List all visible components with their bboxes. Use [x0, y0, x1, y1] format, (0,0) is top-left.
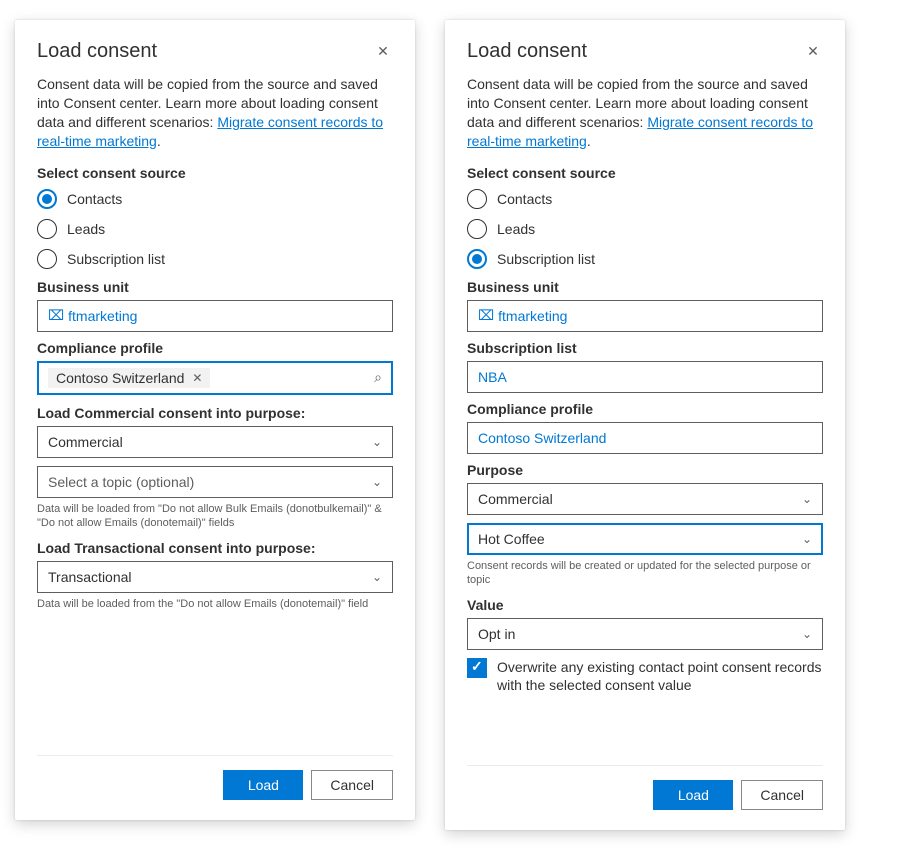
- radio-label: Subscription list: [67, 251, 165, 267]
- compliance-profile-label: Compliance profile: [467, 401, 823, 417]
- compliance-profile-label: Compliance profile: [37, 340, 393, 356]
- purpose-hint: Consent records will be created or updat…: [467, 559, 823, 588]
- business-unit-input[interactable]: ⌧ftmarketing: [467, 300, 823, 332]
- compliance-profile-lookup[interactable]: Contoso Switzerland ✕ ⌕: [37, 361, 393, 395]
- transactional-purpose-label: Load Transactional consent into purpose:: [37, 540, 393, 556]
- pill-remove-icon[interactable]: ✕: [192, 371, 202, 385]
- value-label: Value: [467, 597, 823, 613]
- panel-body: Load consent ✕ Consent data will be copi…: [467, 40, 823, 755]
- source-label: Select consent source: [37, 165, 393, 181]
- search-icon[interactable]: ⌕: [374, 369, 382, 386]
- select-placeholder: Select a topic (optional): [48, 474, 194, 490]
- business-unit-input[interactable]: ⌧ftmarketing: [37, 300, 393, 332]
- lookup-pill: Contoso Switzerland ✕: [48, 368, 210, 388]
- business-unit-label: Business unit: [467, 279, 823, 295]
- select-value: Commercial: [478, 491, 553, 507]
- panel-header: Load consent ✕: [467, 40, 823, 63]
- briefcase-icon: ⌧: [478, 307, 494, 324]
- source-label: Select consent source: [467, 165, 823, 181]
- radio-contacts[interactable]: Contacts: [37, 189, 393, 209]
- radio-leads[interactable]: Leads: [37, 219, 393, 239]
- radio-label: Leads: [67, 221, 105, 237]
- value-select[interactable]: Opt in ⌄: [467, 618, 823, 650]
- overwrite-checkbox-row[interactable]: Overwrite any existing contact point con…: [467, 658, 823, 694]
- select-value: Commercial: [48, 434, 123, 450]
- chevron-down-icon: ⌄: [802, 532, 812, 546]
- load-button[interactable]: Load: [223, 770, 303, 800]
- radio-icon: [37, 189, 57, 209]
- radio-label: Leads: [497, 221, 535, 237]
- select-value: Transactional: [48, 569, 132, 585]
- intro-post: .: [587, 133, 591, 149]
- radio-subscription-list[interactable]: Subscription list: [467, 249, 823, 269]
- business-unit-value: ftmarketing: [498, 308, 567, 324]
- panel-header: Load consent ✕: [37, 40, 393, 63]
- close-icon[interactable]: ✕: [373, 43, 393, 60]
- chevron-down-icon: ⌄: [802, 627, 812, 641]
- radio-leads[interactable]: Leads: [467, 219, 823, 239]
- chevron-down-icon: ⌄: [802, 492, 812, 506]
- transactional-hint: Data will be loaded from the "Do not all…: [37, 597, 393, 611]
- lookup-value: Contoso Switzerland: [56, 370, 184, 386]
- chevron-down-icon: ⌄: [372, 435, 382, 449]
- chevron-down-icon: ⌄: [372, 475, 382, 489]
- radio-icon: [467, 219, 487, 239]
- business-unit-value: ftmarketing: [68, 308, 137, 324]
- intro-text: Consent data will be copied from the sou…: [37, 75, 393, 151]
- compliance-profile-input[interactable]: Contoso Switzerland: [467, 422, 823, 454]
- panel-title: Load consent: [37, 40, 157, 63]
- radio-icon: [37, 249, 57, 269]
- cancel-button[interactable]: Cancel: [311, 770, 393, 800]
- purpose-label: Purpose: [467, 462, 823, 478]
- topic-select[interactable]: Hot Coffee ⌄: [467, 523, 823, 555]
- transactional-purpose-select[interactable]: Transactional ⌄: [37, 561, 393, 593]
- radio-label: Contacts: [497, 191, 552, 207]
- subscription-list-value: NBA: [478, 369, 507, 385]
- panel-title: Load consent: [467, 40, 587, 63]
- commercial-topic-select[interactable]: Select a topic (optional) ⌄: [37, 466, 393, 498]
- intro-post: .: [157, 133, 161, 149]
- load-consent-panel-contacts: Load consent ✕ Consent data will be copi…: [15, 20, 415, 820]
- source-radio-group: Contacts Leads Subscription list: [37, 189, 393, 269]
- radio-icon: [467, 189, 487, 209]
- checkbox-icon: [467, 658, 487, 678]
- purpose-select[interactable]: Commercial ⌄: [467, 483, 823, 515]
- commercial-purpose-label: Load Commercial consent into purpose:: [37, 405, 393, 421]
- select-value: Opt in: [478, 626, 515, 642]
- radio-label: Contacts: [67, 191, 122, 207]
- radio-label: Subscription list: [497, 251, 595, 267]
- radio-icon: [37, 219, 57, 239]
- compliance-profile-value: Contoso Switzerland: [478, 430, 606, 446]
- subscription-list-label: Subscription list: [467, 340, 823, 356]
- radio-subscription-list[interactable]: Subscription list: [37, 249, 393, 269]
- cancel-button[interactable]: Cancel: [741, 780, 823, 810]
- load-consent-panel-subscription: Load consent ✕ Consent data will be copi…: [445, 20, 845, 830]
- panel-body: Load consent ✕ Consent data will be copi…: [37, 40, 393, 745]
- radio-icon: [467, 249, 487, 269]
- panel-footer: Load Cancel: [37, 755, 393, 800]
- overwrite-label: Overwrite any existing contact point con…: [497, 658, 823, 694]
- panel-footer: Load Cancel: [467, 765, 823, 810]
- close-icon[interactable]: ✕: [803, 43, 823, 60]
- business-unit-label: Business unit: [37, 279, 393, 295]
- source-radio-group: Contacts Leads Subscription list: [467, 189, 823, 269]
- intro-text: Consent data will be copied from the sou…: [467, 75, 823, 151]
- load-button[interactable]: Load: [653, 780, 733, 810]
- select-value: Hot Coffee: [478, 531, 545, 547]
- subscription-list-input[interactable]: NBA: [467, 361, 823, 393]
- commercial-hint: Data will be loaded from "Do not allow B…: [37, 502, 393, 531]
- commercial-purpose-select[interactable]: Commercial ⌄: [37, 426, 393, 458]
- radio-contacts[interactable]: Contacts: [467, 189, 823, 209]
- chevron-down-icon: ⌄: [372, 570, 382, 584]
- briefcase-icon: ⌧: [48, 307, 64, 324]
